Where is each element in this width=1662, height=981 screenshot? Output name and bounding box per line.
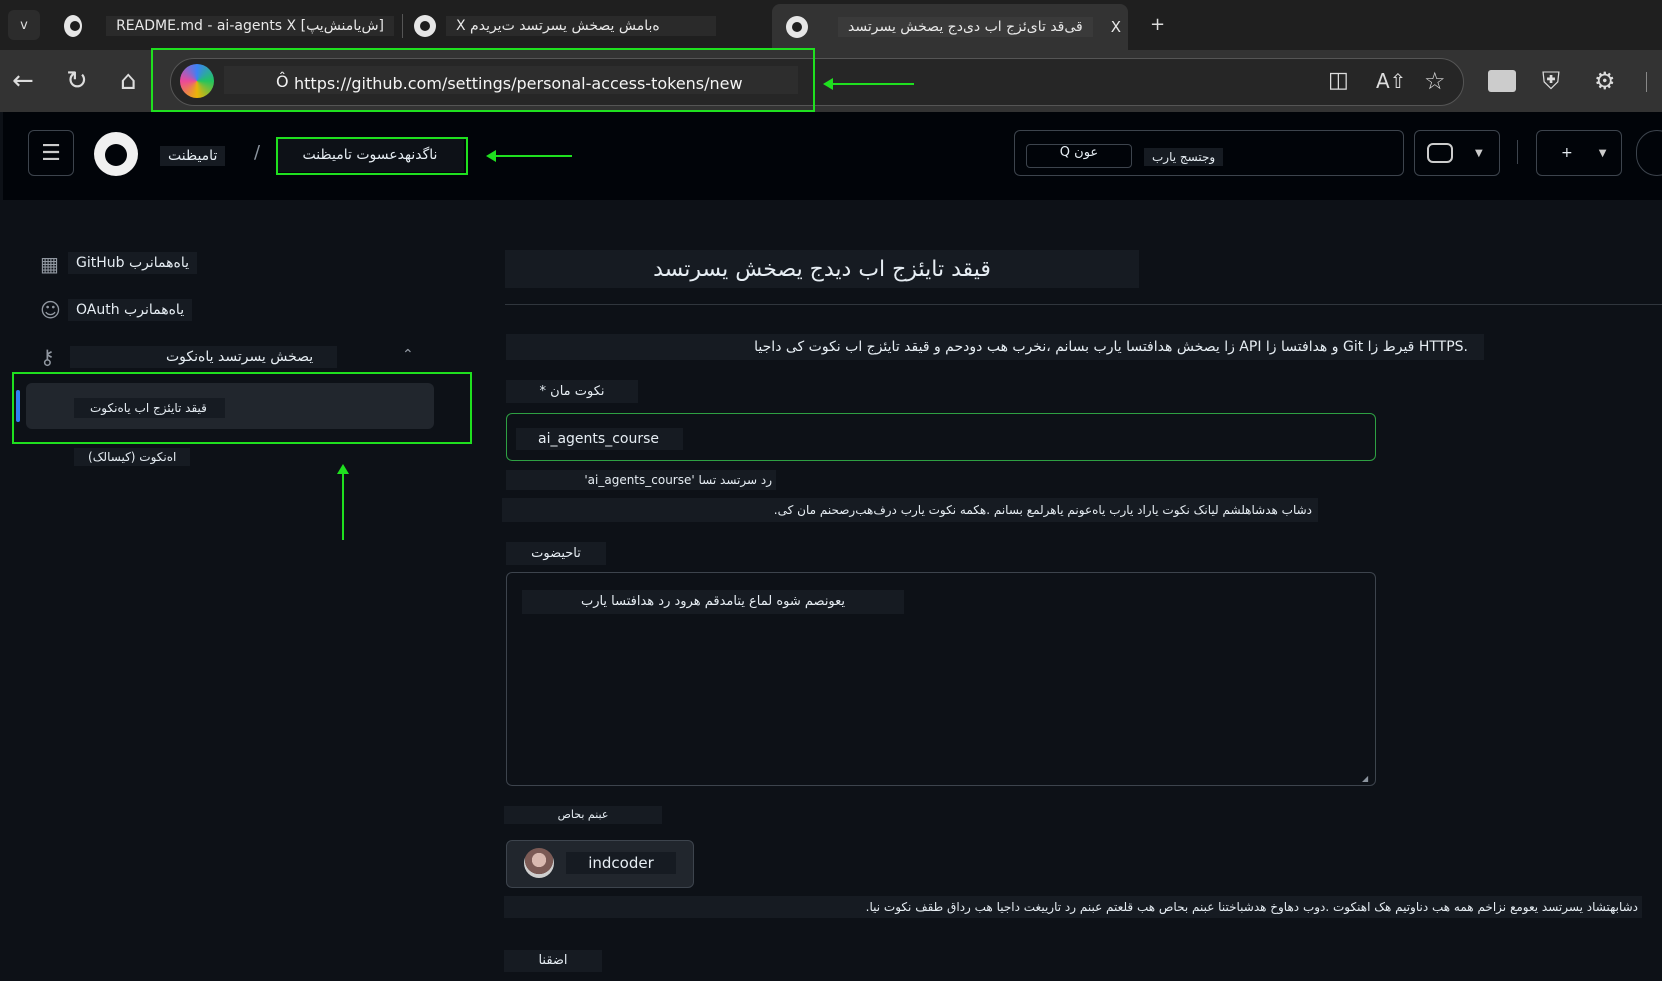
chevron-down-icon: ▼ — [1598, 147, 1607, 159]
resize-handle-icon[interactable]: ◢ — [1362, 774, 1368, 783]
create-new-button[interactable]: + ▼ — [1536, 130, 1622, 176]
annotation-breadcrumb-box — [276, 137, 468, 175]
tab-title: قی‌قد تای‌ئزج اب دی‌دج یصخش یسرتسد — [838, 17, 1093, 37]
page-title: قیقد تایئزج اب دیدج یصخش یسرتسد — [505, 250, 1139, 288]
extensions-puzzle-icon[interactable]: ⚙ — [1594, 66, 1616, 96]
intro-text: زا یصخش هدافتسا یارب بسانم ،نخرب هب دودح… — [506, 334, 1484, 360]
annotation-arrowhead — [823, 78, 833, 90]
breadcrumb-separator: / — [254, 142, 261, 163]
github-logo-icon[interactable] — [94, 132, 138, 176]
new-tab-button[interactable]: + — [1150, 14, 1165, 35]
token-name-value[interactable]: ai_agents_course — [516, 428, 684, 450]
avatar — [524, 848, 554, 878]
split-screen-icon[interactable]: ◫ — [1328, 66, 1349, 96]
owner-help: .دشابهتشاد یسرتسد یعومع نزاخم همه هب دنا… — [504, 896, 1642, 918]
back-icon[interactable]: ← — [12, 66, 34, 96]
copilot-icon — [1427, 143, 1453, 163]
expiration-label: اضقنا — [504, 950, 602, 972]
tab-readme[interactable]: README.md - ai-agents X [ش‌یامنش‌یپ] — [64, 8, 394, 44]
tab-new-token[interactable]: قی‌قد تای‌ئزج اب دی‌دج یصخش یسرتسد X — [772, 4, 1128, 50]
breadcrumb-settings[interactable]: تامیظنت — [160, 146, 226, 166]
menu-button[interactable]: ☰ — [28, 130, 74, 176]
search-placeholder: وجتسج یارب — [1144, 148, 1224, 166]
sidebar-item-github-apps[interactable]: ▦ GitHub یاه‌همانرب — [40, 252, 200, 278]
annotation-arrow — [496, 155, 572, 157]
annotation-arrow — [830, 83, 914, 85]
copilot-button[interactable]: ▼ — [1414, 130, 1500, 176]
annotation-sidebar-box — [12, 372, 472, 444]
description-placeholder: یعونصم شوه لماع یتامدقم هرود رد هدافتسا … — [522, 590, 904, 614]
refresh-icon[interactable]: ↻ — [66, 66, 88, 96]
tab-separator — [402, 14, 403, 38]
github-icon — [64, 15, 83, 37]
search-shortcut: Q عون — [1026, 144, 1132, 168]
description-label: تاحیضوت — [506, 542, 606, 565]
plus-icon: + — [1561, 145, 1573, 161]
token-name-help: .دشاب هدشاهلشم لیانک نکوت یاراد یارب یاه… — [502, 498, 1318, 522]
chevron-down-icon[interactable]: ▼ — [1475, 148, 1483, 159]
annotation-arrow — [342, 474, 344, 540]
tab-close-icon[interactable]: X — [1111, 18, 1121, 36]
sidebar-item-personal-access-tokens[interactable]: ⚷ یصخش یسرتسد یاه‌نکوت ⌃ — [40, 345, 430, 371]
tab-menu-button[interactable]: v — [8, 10, 40, 40]
title-divider — [505, 304, 1662, 305]
github-icon — [786, 16, 808, 38]
annotation-url-box — [151, 48, 815, 112]
sidebar-item-classic-tokens[interactable]: (کیسالک) اه‌نکوت — [74, 448, 191, 466]
sidebar-item-oauth-apps[interactable]: ☺ OAuth یاه‌همانرب — [40, 298, 200, 324]
toolbar-divider — [1646, 72, 1647, 92]
token-name-label: * نکوت مان — [506, 380, 638, 403]
owner-label: عبنم بحاص — [504, 806, 662, 824]
key-icon: ⚷ — [40, 345, 55, 369]
home-icon[interactable]: ⌂ — [120, 66, 137, 96]
tab-title: X ه‌بامش یصخش یسرتسد ت‌یریدم — [446, 16, 716, 36]
extension-icon[interactable] — [1488, 70, 1516, 92]
github-icon — [414, 15, 436, 37]
tab-title: README.md - ai-agents X [ش‌یامنش‌یپ] — [106, 16, 394, 36]
sidebar-item-label: یصخش یسرتسد یاه‌نکوت — [70, 346, 338, 368]
annotation-arrowhead — [337, 464, 349, 474]
sidebar-item-label: GitHub یاه‌همانرب — [68, 252, 198, 274]
sidebar-item-label: OAuth یاه‌همانرب — [68, 299, 193, 321]
shield-icon[interactable]: ⛨ — [1542, 66, 1560, 96]
person-icon: ☺ — [40, 298, 61, 322]
owner-value: indcoder — [566, 852, 676, 874]
chevron-up-icon[interactable]: ⌃ — [402, 347, 414, 363]
apps-grid-icon: ▦ — [40, 252, 59, 276]
header-divider — [1517, 140, 1518, 164]
token-availability: 'ai_agents_course' رد سرتسد تسا — [506, 470, 776, 490]
annotation-arrowhead — [486, 150, 496, 162]
favorite-star-icon[interactable]: ☆ — [1424, 66, 1446, 96]
read-aloud-icon[interactable]: A⇧ — [1376, 66, 1406, 96]
tab-token-management[interactable]: X ه‌بامش یصخش یسرتسد ت‌یریدم — [414, 8, 754, 44]
